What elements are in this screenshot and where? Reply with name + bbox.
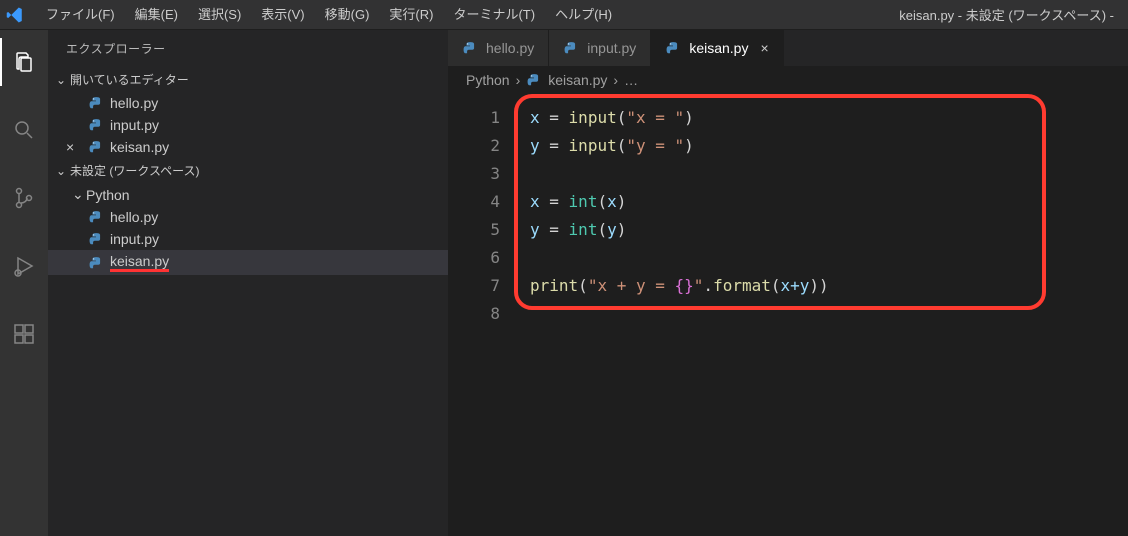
line-gutter: 1 2 3 4 5 6 7 8 bbox=[448, 104, 500, 328]
editor-area: hello.py input.py keisan.py × Python › k… bbox=[448, 30, 1128, 536]
chevron-down-icon: ⌄ bbox=[72, 186, 82, 203]
python-file-icon bbox=[88, 231, 104, 247]
python-file-icon bbox=[88, 139, 104, 155]
breadcrumb-part[interactable]: keisan.py bbox=[548, 72, 607, 88]
sidebar-title: エクスプローラー bbox=[48, 30, 448, 67]
activity-search-icon[interactable] bbox=[0, 106, 48, 154]
activity-source-control-icon[interactable] bbox=[0, 174, 48, 222]
menu-view[interactable]: 表示(V) bbox=[251, 0, 314, 30]
sidebar-explorer: エクスプローラー ⌄ 開いているエディター hello.py input.py … bbox=[48, 30, 448, 536]
file-label: input.py bbox=[110, 231, 159, 247]
menu-bar: ファイル(F) 編集(E) 選択(S) 表示(V) 移動(G) 実行(R) ター… bbox=[0, 0, 1128, 30]
activity-run-debug-icon[interactable] bbox=[0, 242, 48, 290]
vscode-logo-icon bbox=[6, 6, 24, 24]
chevron-down-icon: ⌄ bbox=[56, 164, 66, 178]
open-editors-header[interactable]: ⌄ 開いているエディター bbox=[48, 67, 448, 92]
tab-input[interactable]: input.py bbox=[549, 30, 651, 66]
python-file-icon bbox=[665, 40, 681, 56]
open-editor-label: input.py bbox=[110, 117, 159, 133]
menu-terminal[interactable]: ターミナル(T) bbox=[443, 0, 545, 30]
file-label: keisan.py bbox=[110, 253, 169, 272]
tab-label: input.py bbox=[587, 40, 636, 56]
breadcrumb-part[interactable]: Python bbox=[466, 72, 510, 88]
highlight-box: x = input("x = ") y = input("y = ") x = … bbox=[514, 94, 1046, 310]
python-file-icon bbox=[88, 255, 104, 271]
python-file-icon bbox=[526, 72, 542, 88]
tab-label: keisan.py bbox=[689, 40, 748, 56]
python-file-icon bbox=[88, 117, 104, 133]
editor-tabs: hello.py input.py keisan.py × bbox=[448, 30, 1128, 66]
menu-run[interactable]: 実行(R) bbox=[379, 0, 443, 30]
menu-select[interactable]: 選択(S) bbox=[188, 0, 251, 30]
close-icon[interactable]: × bbox=[760, 40, 768, 56]
python-file-icon bbox=[88, 209, 104, 225]
menu-file[interactable]: ファイル(F) bbox=[36, 0, 125, 30]
python-file-icon bbox=[462, 40, 478, 56]
workspace-header[interactable]: ⌄ 未設定 (ワークスペース) bbox=[48, 158, 448, 183]
breadcrumb-sep: › bbox=[613, 72, 618, 88]
activity-bar bbox=[0, 30, 48, 536]
workspace-label: 未設定 (ワークスペース) bbox=[70, 162, 200, 179]
folder-item[interactable]: ⌄ Python bbox=[48, 183, 448, 206]
open-editor-item[interactable]: hello.py bbox=[48, 92, 448, 114]
file-item[interactable]: input.py bbox=[48, 228, 448, 250]
open-editor-item[interactable]: input.py bbox=[48, 114, 448, 136]
python-file-icon bbox=[563, 40, 579, 56]
close-icon[interactable]: × bbox=[66, 139, 74, 155]
open-editor-item-active[interactable]: × keisan.py bbox=[48, 136, 448, 158]
code-editor[interactable]: 1 2 3 4 5 6 7 8 x = input("x = ") y = in… bbox=[448, 94, 1128, 536]
open-editors-label: 開いているエディター bbox=[70, 71, 189, 88]
file-item-selected[interactable]: keisan.py bbox=[48, 250, 448, 275]
menu-help[interactable]: ヘルプ(H) bbox=[545, 0, 622, 30]
menu-go[interactable]: 移動(G) bbox=[315, 0, 380, 30]
file-label: hello.py bbox=[110, 209, 158, 225]
breadcrumb[interactable]: Python › keisan.py › … bbox=[448, 66, 1128, 94]
breadcrumb-ellipsis[interactable]: … bbox=[624, 72, 638, 88]
tab-hello[interactable]: hello.py bbox=[448, 30, 549, 66]
open-editor-label: hello.py bbox=[110, 95, 158, 111]
tab-label: hello.py bbox=[486, 40, 534, 56]
main-area: エクスプローラー ⌄ 開いているエディター hello.py input.py … bbox=[0, 30, 1128, 536]
chevron-down-icon: ⌄ bbox=[56, 73, 66, 87]
activity-explorer-icon[interactable] bbox=[0, 38, 48, 86]
file-item[interactable]: hello.py bbox=[48, 206, 448, 228]
breadcrumb-sep: › bbox=[516, 72, 521, 88]
window-title: keisan.py - 未設定 (ワークスペース) - bbox=[622, 5, 1122, 24]
code-content[interactable]: x = input("x = ") y = input("y = ") x = … bbox=[530, 104, 1026, 300]
tab-keisan-active[interactable]: keisan.py × bbox=[651, 30, 783, 66]
folder-label: Python bbox=[86, 187, 130, 203]
python-file-icon bbox=[88, 95, 104, 111]
menu-edit[interactable]: 編集(E) bbox=[125, 0, 188, 30]
activity-extensions-icon[interactable] bbox=[0, 310, 48, 358]
open-editor-label: keisan.py bbox=[110, 139, 169, 155]
